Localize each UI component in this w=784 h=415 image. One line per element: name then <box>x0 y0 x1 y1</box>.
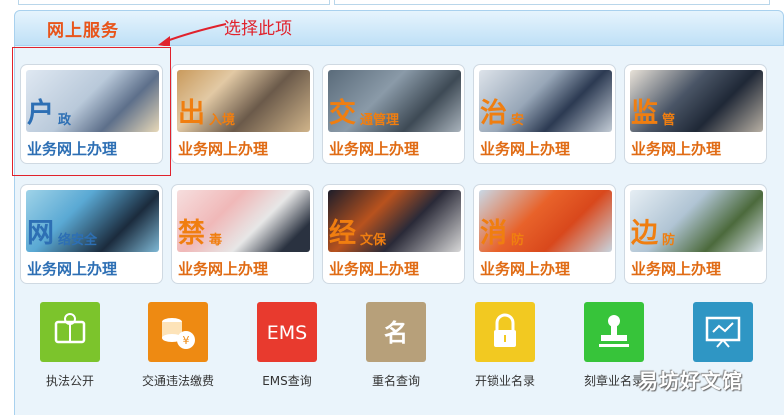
tile-subtitle: 业务网上办理 <box>480 140 571 158</box>
law-book-icon <box>40 302 100 362</box>
tile-small-text: 通管理 <box>360 113 400 128</box>
tile-big-char: 户 <box>27 98 54 129</box>
tile-jiaotong[interactable]: 交 通管理 业务网上办理 <box>322 64 465 164</box>
top-strip <box>0 0 784 5</box>
coin-icon: ¥ <box>148 302 208 362</box>
section-header: 网上服务 <box>14 10 784 46</box>
service-jiaotong-jiaofei[interactable]: ¥ 交通违法缴费 <box>128 302 228 389</box>
tile-subtitle: 业务网上办理 <box>329 260 420 278</box>
tile-jianguan[interactable]: 监 管 业务网上办理 <box>624 64 767 164</box>
tile-subtitle: 业务网上办理 <box>631 140 722 158</box>
stamp-icon <box>584 302 644 362</box>
service-label: 重名查询 <box>371 374 420 388</box>
tile-subtitle: 业务网上办理 <box>178 140 269 158</box>
tile-jindu[interactable]: 禁 毒 业务网上办理 <box>171 184 314 284</box>
tile-subtitle: 业务网上办理 <box>631 260 722 278</box>
tile-subtitle: 业务网上办理 <box>329 140 420 158</box>
tile-huzheng[interactable]: 户 政 业务网上办理 <box>20 64 163 164</box>
tile-zhian[interactable]: 治 安 业务网上办理 <box>473 64 616 164</box>
annotation-text: 选择此项 <box>224 19 292 39</box>
tile-jingwenbao[interactable]: 经 文保 业务网上办理 <box>322 184 465 284</box>
tile-big-char: 治 <box>480 98 507 129</box>
tile-small-text: 政 <box>58 113 72 128</box>
ems-icon: EMS <box>257 302 317 362</box>
ems-glyph: EMS <box>267 322 307 344</box>
tile-small-text: 毒 <box>209 233 223 248</box>
tile-small-text: 文保 <box>360 233 387 248</box>
tile-big-char: 经 <box>329 218 356 249</box>
tile-small-text: 管 <box>662 113 676 128</box>
tile-bianfang[interactable]: 边 防 业务网上办理 <box>624 184 767 284</box>
screen-icon <box>693 302 753 362</box>
service-zhifa-gongkai[interactable]: 执法公开 <box>20 302 120 389</box>
watermark-text: 易坊好文馆 <box>638 369 743 393</box>
service-screen[interactable] <box>673 302 773 372</box>
tile-churujing[interactable]: 出 入境 业务网上办理 <box>171 64 314 164</box>
tile-small-text: 防 <box>511 233 525 248</box>
service-label: 执法公开 <box>45 374 94 388</box>
top-strip-left <box>18 0 330 5</box>
tile-big-char: 出 <box>178 98 205 129</box>
tile-xiaofang[interactable]: 消 防 业务网上办理 <box>473 184 616 284</box>
service-chongming[interactable]: 名 重名查询 <box>346 302 446 389</box>
tile-subtitle: 业务网上办理 <box>27 140 118 158</box>
tile-small-text: 络安全 <box>58 233 98 248</box>
lock-icon <box>475 302 535 362</box>
service-ems[interactable]: EMS EMS查询 <box>237 302 337 389</box>
name-icon: 名 <box>366 302 426 362</box>
service-kaisuo[interactable]: 开锁业名录 <box>455 302 555 389</box>
tile-small-text: 安 <box>511 113 525 128</box>
service-label: 交通违法缴费 <box>141 374 214 388</box>
section-title: 网上服务 <box>47 21 119 41</box>
name-glyph: 名 <box>384 319 408 347</box>
tile-subtitle: 业务网上办理 <box>480 260 571 278</box>
tile-big-char: 监 <box>631 98 658 129</box>
tile-big-char: 边 <box>631 218 658 249</box>
service-label: 开锁业名录 <box>474 374 535 388</box>
top-strip-right <box>334 0 770 5</box>
tile-small-text: 入境 <box>209 113 236 128</box>
tile-small-text: 防 <box>662 233 676 248</box>
coin-glyph: ¥ <box>183 334 190 347</box>
tile-big-char: 禁 <box>178 218 205 249</box>
tile-subtitle: 业务网上办理 <box>178 260 269 278</box>
tile-big-char: 交 <box>329 98 356 129</box>
tile-subtitle: 业务网上办理 <box>27 260 118 278</box>
tile-wangluo[interactable]: 网 络安全 业务网上办理 <box>20 184 163 284</box>
service-label: EMS查询 <box>262 374 312 388</box>
tile-big-char: 网 <box>27 218 54 249</box>
tile-big-char: 消 <box>480 218 507 249</box>
